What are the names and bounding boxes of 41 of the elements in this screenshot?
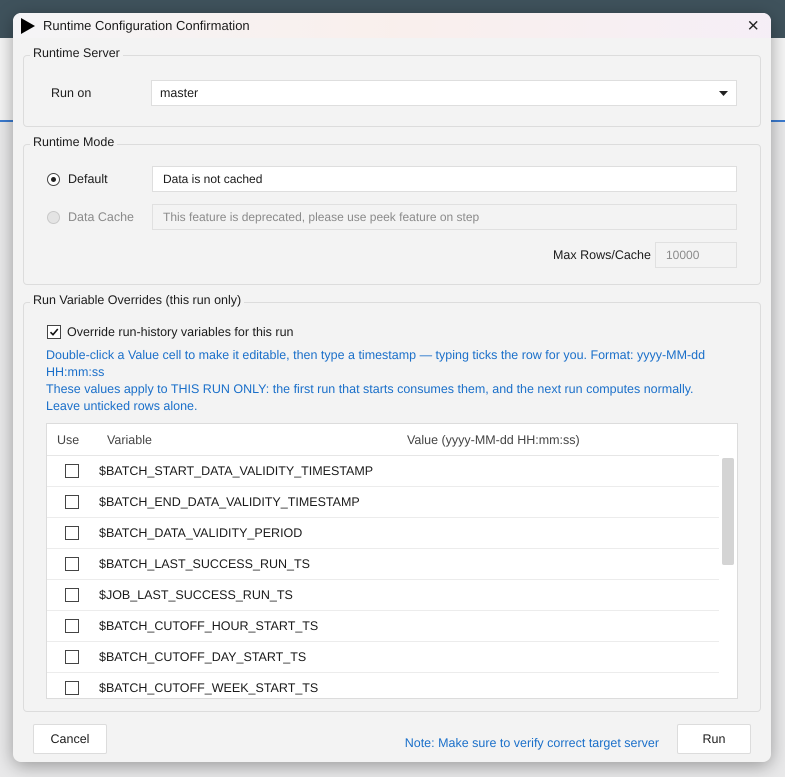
radio-button[interactable] xyxy=(47,172,60,186)
window-title: Runtime Configuration Confirmation xyxy=(43,18,251,33)
checkbox[interactable] xyxy=(47,325,61,339)
help-text: These values apply to THIS RUN ONLY: the first run that starts consumes them, and the next run computes normally. Leave unticked rows alone. xyxy=(46,381,695,415)
row-checkbox[interactable] xyxy=(65,619,79,633)
column-header[interactable]: Variable xyxy=(97,432,397,446)
column-header[interactable]: Value (yyyy-MM-dd HH:mm:ss) xyxy=(397,432,719,446)
mode-field[interactable]: Data is not cached xyxy=(152,166,737,192)
caret-icon xyxy=(719,90,728,96)
row-checkbox[interactable] xyxy=(65,681,79,695)
help-text: Double-click a Value cell to make it editable, then type a timestamp — typing ticks the row for you. Format: yyyy-MM-dd HH:mm:ss xyxy=(46,347,706,381)
server-select[interactable]: master xyxy=(151,80,737,106)
play-icon xyxy=(21,18,35,34)
table-cell-text: $BATCH_END_DATA_VALIDITY_TIMESTAMP xyxy=(98,495,361,509)
note-text: Note: Make sure to verify correct target server xyxy=(404,736,659,750)
field-label: Max Rows/Cache xyxy=(553,248,652,262)
group-title: Run Variable Overrides (this run only) xyxy=(30,293,244,307)
cancel-button[interactable]: Cancel xyxy=(33,724,107,754)
table-cell-text: $BATCH_LAST_SUCCESS_RUN_TS xyxy=(98,557,311,571)
checkbox-label: Override run-history variables for this run xyxy=(67,325,294,339)
radio-label: Default xyxy=(68,172,108,186)
table-cell-text: $BATCH_START_DATA_VALIDITY_TIMESTAMP xyxy=(98,464,374,478)
group-title: Runtime Server xyxy=(30,46,123,60)
row-checkbox[interactable] xyxy=(65,526,79,540)
row-checkbox[interactable] xyxy=(65,464,79,478)
row-checkbox[interactable] xyxy=(65,650,79,664)
column-header[interactable]: Use xyxy=(47,432,97,446)
radio-label: Data Cache xyxy=(68,210,134,224)
group-title: Runtime Mode xyxy=(30,135,118,149)
table-cell-text: $BATCH_CUTOFF_WEEK_START_TS xyxy=(98,681,320,695)
close-button[interactable]: × xyxy=(743,16,763,36)
table-cell-text: $BATCH_CUTOFF_HOUR_START_TS xyxy=(98,619,320,633)
table-cell-text: $BATCH_CUTOFF_DAY_START_TS xyxy=(98,650,308,664)
table-cell-text: $BATCH_DATA_VALIDITY_PERIOD xyxy=(98,526,304,540)
row-checkbox[interactable] xyxy=(65,495,79,509)
scrollbar-thumb[interactable] xyxy=(722,458,734,565)
row-checkbox[interactable] xyxy=(65,557,79,571)
row-checkbox[interactable] xyxy=(65,588,79,602)
run-button[interactable]: Run xyxy=(677,724,751,754)
field-label: Run on xyxy=(51,86,92,100)
table-cell-text: $JOB_LAST_SUCCESS_RUN_TS xyxy=(98,588,294,602)
